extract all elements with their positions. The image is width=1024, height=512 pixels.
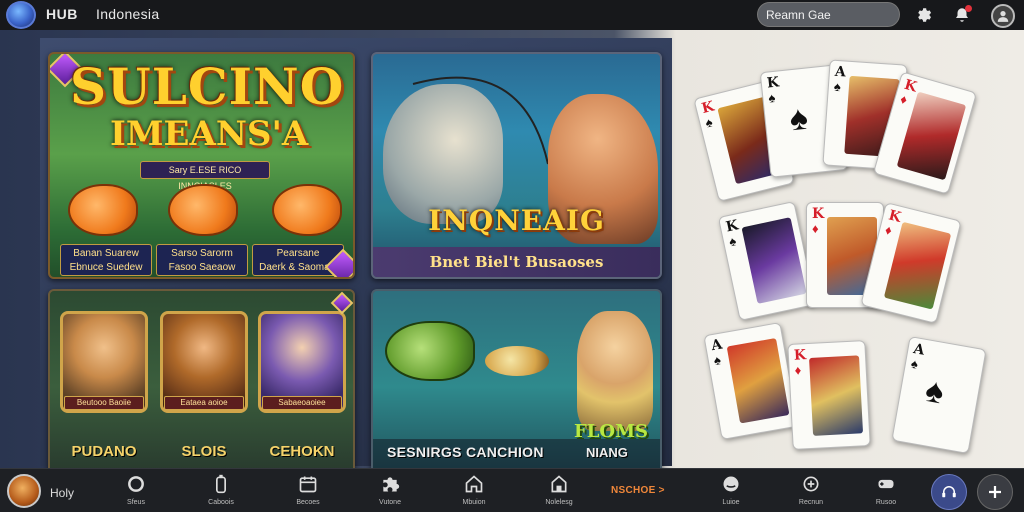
ring-icon [124,473,148,495]
calendar-icon [296,473,320,495]
user-avatar[interactable] [7,474,41,508]
fishing-game-tile[interactable]: INQNEAIG Bnet Biel't Busaoses [371,52,662,279]
add-button[interactable] [977,474,1013,510]
character-plate-1: Beutooo Baoiie [64,396,144,410]
bottom-navigation: Holy Sfeus Caboois Becoes Vutone Mbuion … [0,468,1024,512]
notification-bell-icon[interactable] [951,4,973,26]
playing-card[interactable]: A ♠ ♠ [891,336,987,454]
puzzle-icon [378,473,402,495]
search-input[interactable] [766,7,886,22]
playing-card[interactable]: K ♦ [787,340,871,450]
character-name-3: CEHOKN [269,443,335,460]
green-fish-character [385,321,475,381]
nav-item-7[interactable]: Luioe [701,473,761,511]
fish-character-3 [272,184,342,236]
nav-item-6[interactable]: Nolelesg [529,473,589,511]
fishing-subtitle: Bnet Biel't Busaoses [373,247,660,277]
user-label[interactable]: Holy [50,486,74,500]
yellow-fish-character [485,346,549,376]
settings-icon[interactable] [912,4,934,26]
support-button[interactable] [931,474,967,510]
character-name-2: SLOIS [181,443,227,460]
nav-item-5[interactable]: Mbuion [444,473,504,511]
region-label: Indonesia [96,6,160,22]
target-icon [799,473,823,495]
headset-icon [942,486,956,498]
fish-label-1: Banan Suarew Ebnuce Suedew [60,244,152,276]
fish-character-2 [168,184,238,236]
nav-item-1[interactable]: Sfeus [106,473,166,511]
character-name-1: PUDANO [71,443,137,460]
fish-label-2: Sarso Sarorm Fasoo Saeaow [156,244,248,276]
notification-dot [965,5,972,12]
playing-card[interactable]: K ♠ [717,201,817,321]
app-logo[interactable] [6,1,36,29]
mermaid-character [577,311,653,431]
fish-games-caption-left: SESNIRGS CANCHION [387,444,544,460]
character-plate-3: Sabaeoaoiee [262,396,342,410]
playing-card[interactable]: A ♠ [703,322,799,440]
search-box[interactable] [757,2,900,27]
nav-item-8[interactable]: Recnun [781,473,841,511]
promo-link[interactable]: NSCHOE > [611,485,665,496]
chat-icon [719,473,743,495]
fisherman-character [383,84,503,224]
slots-game-tile[interactable]: SULCINO IMEANS'A Sary E.ESE RICO INNCIAS… [48,52,355,279]
fish-games-caption-right: NIANG [586,445,628,460]
nav-item-2[interactable]: Caboois [191,473,251,511]
fish-games-caption-right-top: FLOMS [574,421,649,442]
slots-title-line2: IMEANS'A [110,114,309,154]
controller-icon [874,473,898,495]
top-bar: HUB Indonesia [0,0,1024,30]
profile-avatar-icon[interactable] [991,4,1015,28]
plus-icon [989,486,1001,498]
nav-item-4[interactable]: Vutone [360,473,420,511]
fish-character-1 [68,184,138,236]
slots-title: SULCINO [70,57,345,116]
fishing-title: INQNEAIG [428,204,605,237]
brand-name: HUB [46,6,78,22]
nav-item-9[interactable]: Rusoo [856,473,916,511]
shop-icon [547,473,571,495]
home-icon [462,473,486,495]
bottle-icon [209,473,233,495]
character-plate-2: Eataea aoioe [164,396,244,410]
main-area: SULCINO IMEANS'A Sary E.ESE RICO INNCIAS… [0,30,1024,485]
characters-game-tile[interactable]: Beutooo Baoiie Eataea aoioe Sabaeoaoiee … [48,289,355,485]
fish-games-tile[interactable]: SESNIRGS CANCHION FLOMS NIANG [371,289,662,485]
nav-item-3[interactable]: Becoes [278,473,338,511]
slots-subtitle: Sary E.ESE RICO INNCIASLES [140,161,270,191]
